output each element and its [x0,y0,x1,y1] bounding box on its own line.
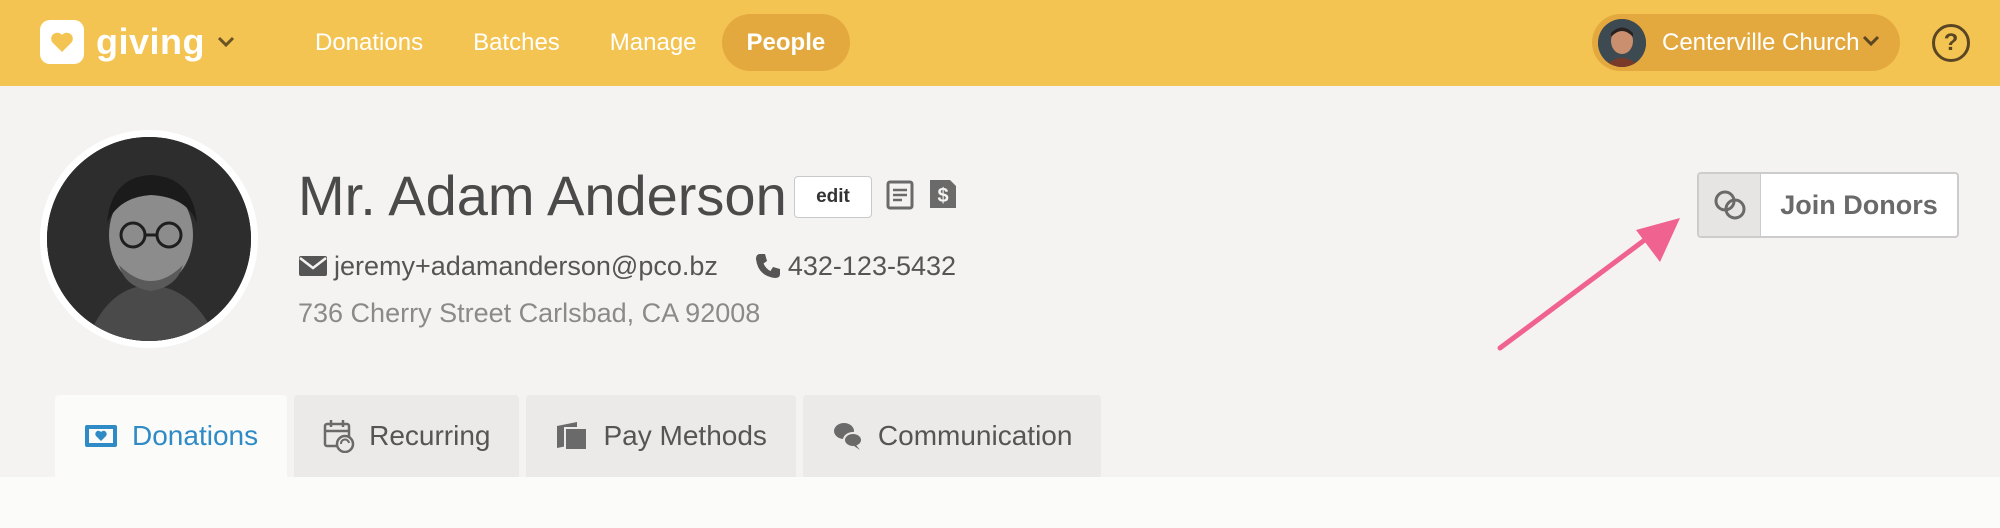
app-name: giving [96,21,205,62]
email-link[interactable]: jeremy+adamanderson@pco.bz [334,251,718,282]
giving-logo-icon [40,20,84,64]
annotation-arrow [1497,218,1680,351]
org-name: Centerville Church [1662,28,1860,56]
person-avatar [40,130,258,348]
tab-label: Pay Methods [603,420,767,451]
person-tabs: Donations Recurring Pay Methods Communic… [55,395,1108,477]
nav-item-people[interactable]: People [721,14,851,71]
tab-recurring[interactable]: Recurring [294,395,520,477]
person-name: Mr. Adam Anderson [298,164,787,227]
chevron-down-icon [217,36,235,48]
heart-envelope-icon [84,424,118,448]
svg-text:$: $ [937,185,948,207]
join-donors-label: Join Donors [1780,189,1938,220]
phone-link[interactable]: 432-123-5432 [788,251,956,282]
tab-label: Recurring [369,420,491,451]
address: 736 Cherry Street Carlsbad, CA 92008 [298,298,761,328]
envelope-icon [298,255,328,277]
chat-bubbles-icon [832,421,864,451]
tab-label: Donations [132,420,259,451]
top-navigation-bar: giving Donations Batches Manage People C… [0,0,2000,86]
card-wallet-icon [555,420,589,452]
nav-item-manage[interactable]: Manage [585,14,722,71]
chevron-down-icon [1862,34,1880,52]
join-donors-button[interactable]: Join Donors [1697,172,1959,238]
help-button[interactable]: ? [1932,24,1970,62]
tab-donations[interactable]: Donations [55,395,288,477]
nav-item-batches[interactable]: Batches [448,14,585,71]
contact-info: jeremy+adamanderson@pco.bz 432-123-5432 [298,248,956,284]
edit-button[interactable]: edit [794,176,872,218]
person-photo [47,137,251,341]
main-nav: Donations Batches Manage People [290,14,851,71]
phone-icon [754,252,782,280]
app-switcher[interactable]: giving [40,20,235,64]
org-avatar [1598,18,1646,67]
calendar-recurring-icon [323,419,355,453]
organization-switcher[interactable]: Centerville Church [1592,14,1900,71]
link-rings-icon [1699,174,1761,236]
tab-communication[interactable]: Communication [802,395,1102,477]
tab-content-area [0,477,2000,528]
notes-icon[interactable] [886,180,914,215]
statement-icon[interactable]: $ [928,178,958,215]
tab-label: Communication [877,420,1073,451]
tab-pay-methods[interactable]: Pay Methods [526,395,796,477]
nav-item-donations[interactable]: Donations [290,14,448,71]
